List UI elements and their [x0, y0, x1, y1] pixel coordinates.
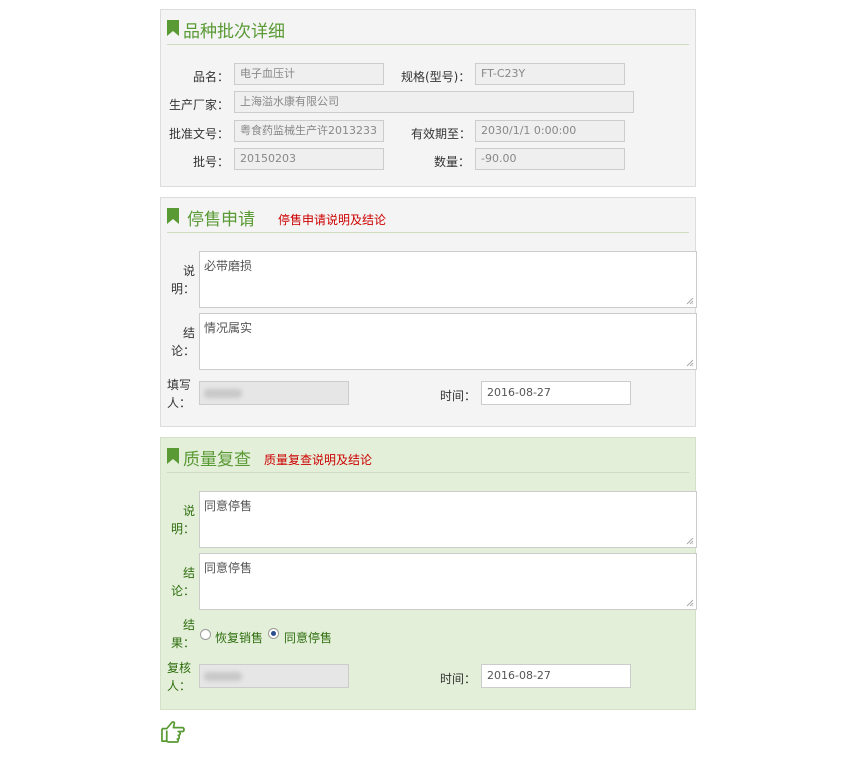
- review-header: 质量复查 质量复查说明及结论: [167, 442, 689, 473]
- radio-agree-stop[interactable]: [268, 628, 279, 639]
- stop-sale-panel: 停售申请 停售申请说明及结论 说 明： 必带磨损 结 论： 情况属实 填写 人：…: [160, 197, 697, 427]
- filler-label: 填写 人：: [167, 378, 192, 410]
- resize-grip-icon[interactable]: [686, 297, 694, 305]
- lot-field[interactable]: 20150203: [234, 148, 384, 170]
- spec-label: 规格(型号)：: [401, 70, 471, 84]
- review-title: 质量复查: [183, 450, 251, 470]
- stop-sale-title: 停售申请: [187, 210, 255, 230]
- lot-label: 批号：: [193, 155, 230, 169]
- resize-grip-icon[interactable]: [686, 537, 694, 545]
- approval-label: 批准文号：: [169, 127, 230, 141]
- name-field[interactable]: 电子血压计: [234, 63, 384, 85]
- expiry-label: 有效期至：: [411, 127, 472, 141]
- stop-time-field[interactable]: 2016-08-27: [481, 381, 631, 405]
- review-time-field[interactable]: 2016-08-27: [481, 664, 631, 688]
- option-resume-label[interactable]: 恢复销售: [215, 629, 263, 646]
- redacted-name: [204, 672, 242, 681]
- qty-field[interactable]: -90.00: [475, 148, 625, 170]
- stop-time-label: 时间：: [440, 389, 477, 403]
- batch-detail-header: 品种批次详细: [167, 14, 689, 45]
- review-concl-text: 同意停售: [204, 561, 253, 575]
- stop-sale-header: 停售申请 停售申请说明及结论: [167, 202, 689, 233]
- stop-sale-subtitle: 停售申请说明及结论: [278, 213, 387, 227]
- resize-grip-icon[interactable]: [686, 599, 694, 607]
- reviewer-field[interactable]: [199, 664, 349, 688]
- result-label: 结 果：: [170, 618, 195, 650]
- expiry-field[interactable]: 2030/1/1 0:00:00: [475, 120, 625, 142]
- radio-resume-sale[interactable]: [200, 629, 211, 640]
- pointing-hand-icon[interactable]: [160, 720, 185, 743]
- stop-desc-textarea[interactable]: 必带磨损: [199, 251, 697, 308]
- bookmark-icon: [167, 448, 179, 464]
- approval-field[interactable]: 粤食药监械生产许2013233: [234, 120, 384, 142]
- qty-label: 数量：: [434, 155, 471, 169]
- resize-grip-icon[interactable]: [686, 359, 694, 367]
- review-concl-textarea[interactable]: 同意停售: [199, 553, 697, 610]
- bookmark-icon: [167, 208, 179, 224]
- option-stop-label[interactable]: 同意停售: [284, 629, 332, 646]
- filler-field[interactable]: [199, 381, 349, 405]
- review-desc-text: 同意停售: [204, 499, 253, 513]
- review-desc-label: 说 明：: [170, 504, 195, 536]
- stop-desc-text: 必带磨损: [204, 259, 253, 273]
- name-label: 品名：: [193, 70, 230, 84]
- review-time-label: 时间：: [440, 672, 477, 686]
- reviewer-label: 复核 人：: [167, 661, 192, 693]
- maker-field[interactable]: 上海溢水康有限公司: [234, 91, 634, 113]
- stop-concl-text: 情况属实: [204, 321, 253, 335]
- review-subtitle: 质量复查说明及结论: [264, 453, 373, 467]
- spec-field[interactable]: FT-C23Y: [475, 63, 625, 85]
- stop-concl-textarea[interactable]: 情况属实: [199, 313, 697, 370]
- bookmark-icon: [167, 20, 179, 36]
- batch-detail-panel: 品种批次详细 品名： 电子血压计 规格(型号)： FT-C23Y 生产厂家： 上…: [160, 9, 696, 187]
- batch-detail-title: 品种批次详细: [183, 22, 285, 42]
- stop-desc-label: 说 明：: [170, 264, 195, 296]
- stop-concl-label: 结 论：: [170, 326, 195, 358]
- review-desc-textarea[interactable]: 同意停售: [199, 491, 697, 548]
- review-panel: 质量复查 质量复查说明及结论 说 明： 同意停售 结 论： 同意停售 结 果： …: [160, 437, 697, 710]
- maker-label: 生产厂家：: [169, 98, 230, 112]
- review-concl-label: 结 论：: [170, 566, 195, 598]
- redacted-name: [204, 389, 242, 398]
